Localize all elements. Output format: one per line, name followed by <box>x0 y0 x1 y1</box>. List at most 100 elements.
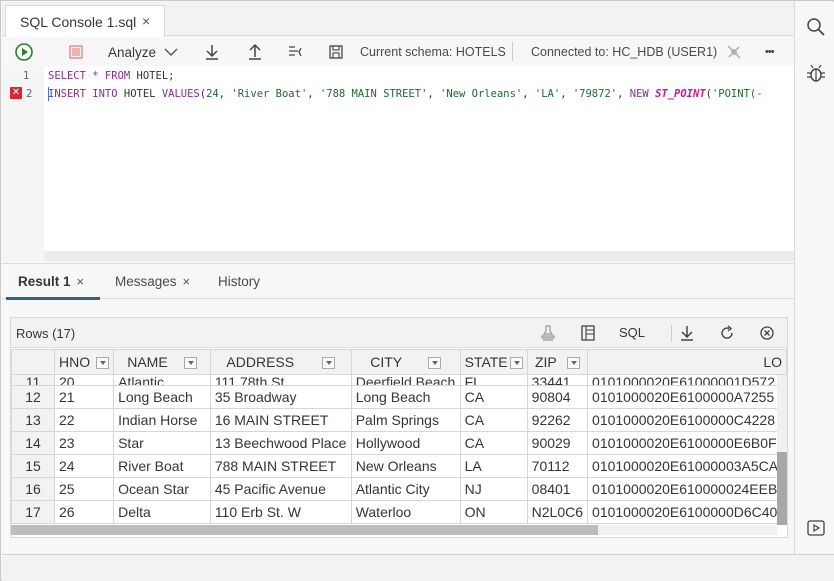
cell-name[interactable]: Star <box>113 431 211 455</box>
cell-name[interactable]: Indian Horse <box>113 408 211 432</box>
cell-state[interactable]: NJ <box>459 477 528 501</box>
tab-history[interactable]: History <box>218 274 260 289</box>
cell-city[interactable]: New Orleans <box>350 454 461 478</box>
download-icon[interactable] <box>677 323 697 343</box>
cell-name[interactable]: Atlantic <box>113 374 211 386</box>
tab-messages[interactable]: Messages × <box>115 274 190 289</box>
cell-location[interactable]: 0101000020E6100000D6C40 <box>587 500 787 524</box>
filter-icon[interactable] <box>566 357 580 370</box>
filter-icon[interactable] <box>96 357 110 370</box>
cell-zip[interactable]: 90804 <box>526 385 589 409</box>
table-row[interactable]: 13 22 Indian Horse 16 MAIN STREET Palm S… <box>11 408 787 432</box>
search-icon[interactable] <box>805 16 827 38</box>
cell-address[interactable]: 788 MAIN STREET <box>209 454 352 478</box>
cell-address[interactable]: 110 Erb St. W <box>209 500 352 524</box>
scrollbar-thumb[interactable] <box>11 525 598 535</box>
cell-hno[interactable]: 24 <box>53 454 115 478</box>
cell-state[interactable]: FL <box>459 374 528 386</box>
cell-state[interactable]: CA <box>459 408 528 432</box>
column-header-zip[interactable]: ZIP <box>526 349 589 375</box>
cell-zip[interactable]: 08401 <box>526 477 589 501</box>
stop-button[interactable] <box>68 41 84 63</box>
filter-icon[interactable] <box>509 357 523 370</box>
table-row[interactable]: 14 23 Star 13 Beechwood Place Hollywood … <box>11 431 787 455</box>
cell-zip[interactable]: 90029 <box>526 431 589 455</box>
cell-name[interactable]: Long Beach <box>113 385 211 409</box>
cell-location[interactable]: 0101000020E610000024EEB <box>587 477 787 501</box>
scrollbar-thumb[interactable] <box>777 452 787 525</box>
column-header-hno[interactable]: HNO <box>53 349 115 375</box>
more-button[interactable]: ••• <box>765 41 775 63</box>
cell-hno[interactable]: 20 <box>53 374 115 386</box>
cell-hno[interactable]: 21 <box>53 385 115 409</box>
tab-sql-console[interactable]: SQL Console 1.sql × <box>5 5 165 37</box>
cell-zip[interactable]: N2L0C6 <box>526 500 589 524</box>
cell-address[interactable]: 45 Pacific Avenue <box>209 477 352 501</box>
cell-address[interactable]: 13 Beechwood Place <box>209 431 352 455</box>
cell-location[interactable]: 0101000020E6100000E6B0F <box>587 431 787 455</box>
cell-location[interactable]: 0101000020E6100000C4228 <box>587 408 787 432</box>
format-button[interactable] <box>286 41 306 63</box>
cell-hno[interactable]: 22 <box>53 408 115 432</box>
cell-address[interactable]: 111 78th St. <box>209 374 352 386</box>
cell-zip[interactable]: 92262 <box>526 408 589 432</box>
close-icon[interactable]: × <box>183 274 191 289</box>
filter-icon[interactable] <box>322 357 336 370</box>
debug-icon[interactable] <box>805 63 827 85</box>
cell-state[interactable]: CA <box>459 385 528 409</box>
filter-icon[interactable] <box>428 357 442 370</box>
cell-address[interactable]: 16 MAIN STREET <box>209 408 352 432</box>
cell-state[interactable]: CA <box>459 431 528 455</box>
cell-city[interactable]: Atlantic City <box>350 477 461 501</box>
close-icon[interactable]: × <box>77 274 85 289</box>
cell-city[interactable]: Waterloo <box>350 500 461 524</box>
cell-zip[interactable]: 33441 <box>526 374 589 386</box>
disconnect-button[interactable] <box>725 41 743 63</box>
upload-button[interactable] <box>245 41 265 63</box>
save-button[interactable] <box>327 41 345 63</box>
refresh-icon[interactable] <box>717 323 737 343</box>
cell-hno[interactable]: 26 <box>53 500 115 524</box>
cell-zip[interactable]: 70112 <box>526 454 589 478</box>
results-vertical-scrollbar[interactable] <box>777 375 787 525</box>
column-header-address[interactable]: ADDRESS <box>209 349 352 375</box>
table-row[interactable]: 17 26 Delta 110 Erb St. W Waterloo ON N2… <box>11 500 787 524</box>
cell-location[interactable]: 0101000020E6100000A7255 <box>587 385 787 409</box>
table-row[interactable]: 12 21 Long Beach 35 Broadway Long Beach … <box>11 385 787 409</box>
error-icon[interactable]: ✕ <box>10 87 22 99</box>
editor-horizontal-scrollbar[interactable] <box>44 251 794 261</box>
cell-name[interactable]: Delta <box>113 500 211 524</box>
column-header-state[interactable]: STATE <box>459 349 528 375</box>
table-row[interactable]: 15 24 River Boat 788 MAIN STREET New Orl… <box>11 454 787 478</box>
column-header-location[interactable]: LO <box>587 349 787 375</box>
column-header-name[interactable]: NAME <box>113 349 211 375</box>
tab-result-1[interactable]: Result 1 × <box>18 274 84 289</box>
cell-city[interactable]: Palm Springs <box>350 408 461 432</box>
tab-close-icon[interactable]: × <box>142 13 150 29</box>
cell-name[interactable]: River Boat <box>113 454 211 478</box>
analyze-dropdown[interactable]: Analyze <box>108 41 180 63</box>
stamp-icon[interactable] <box>538 323 558 343</box>
clear-icon[interactable] <box>757 323 777 343</box>
cell-state[interactable]: ON <box>459 500 528 524</box>
results-horizontal-scrollbar[interactable] <box>11 525 777 535</box>
cell-state[interactable]: LA <box>459 454 528 478</box>
filter-icon[interactable] <box>183 357 197 370</box>
table-row[interactable]: 16 25 Ocean Star 45 Pacific Avenue Atlan… <box>11 477 787 501</box>
cell-location[interactable]: 0101000020E61000001D572 <box>587 374 787 386</box>
cell-address[interactable]: 35 Broadway <box>209 385 352 409</box>
cell-city[interactable]: Hollywood <box>350 431 461 455</box>
cell-city[interactable]: Long Beach <box>350 385 461 409</box>
columns-icon[interactable] <box>578 323 598 343</box>
sql-button[interactable]: SQL <box>619 325 645 340</box>
column-header-city[interactable]: CITY <box>350 349 461 375</box>
cell-location[interactable]: 0101000020E61000003A5CA <box>587 454 787 478</box>
media-icon[interactable] <box>805 517 827 539</box>
sql-editor[interactable]: 1 SELECT * FROM HOTEL; ✕ 2 INSERT INTO H… <box>2 66 794 261</box>
download-button[interactable] <box>202 41 222 63</box>
cell-hno[interactable]: 25 <box>53 477 115 501</box>
cell-hno[interactable]: 23 <box>53 431 115 455</box>
cell-name[interactable]: Ocean Star <box>113 477 211 501</box>
run-button[interactable] <box>14 41 34 63</box>
table-row[interactable]: 11 20 Atlantic 111 78th St. Deerfield Be… <box>11 374 787 386</box>
